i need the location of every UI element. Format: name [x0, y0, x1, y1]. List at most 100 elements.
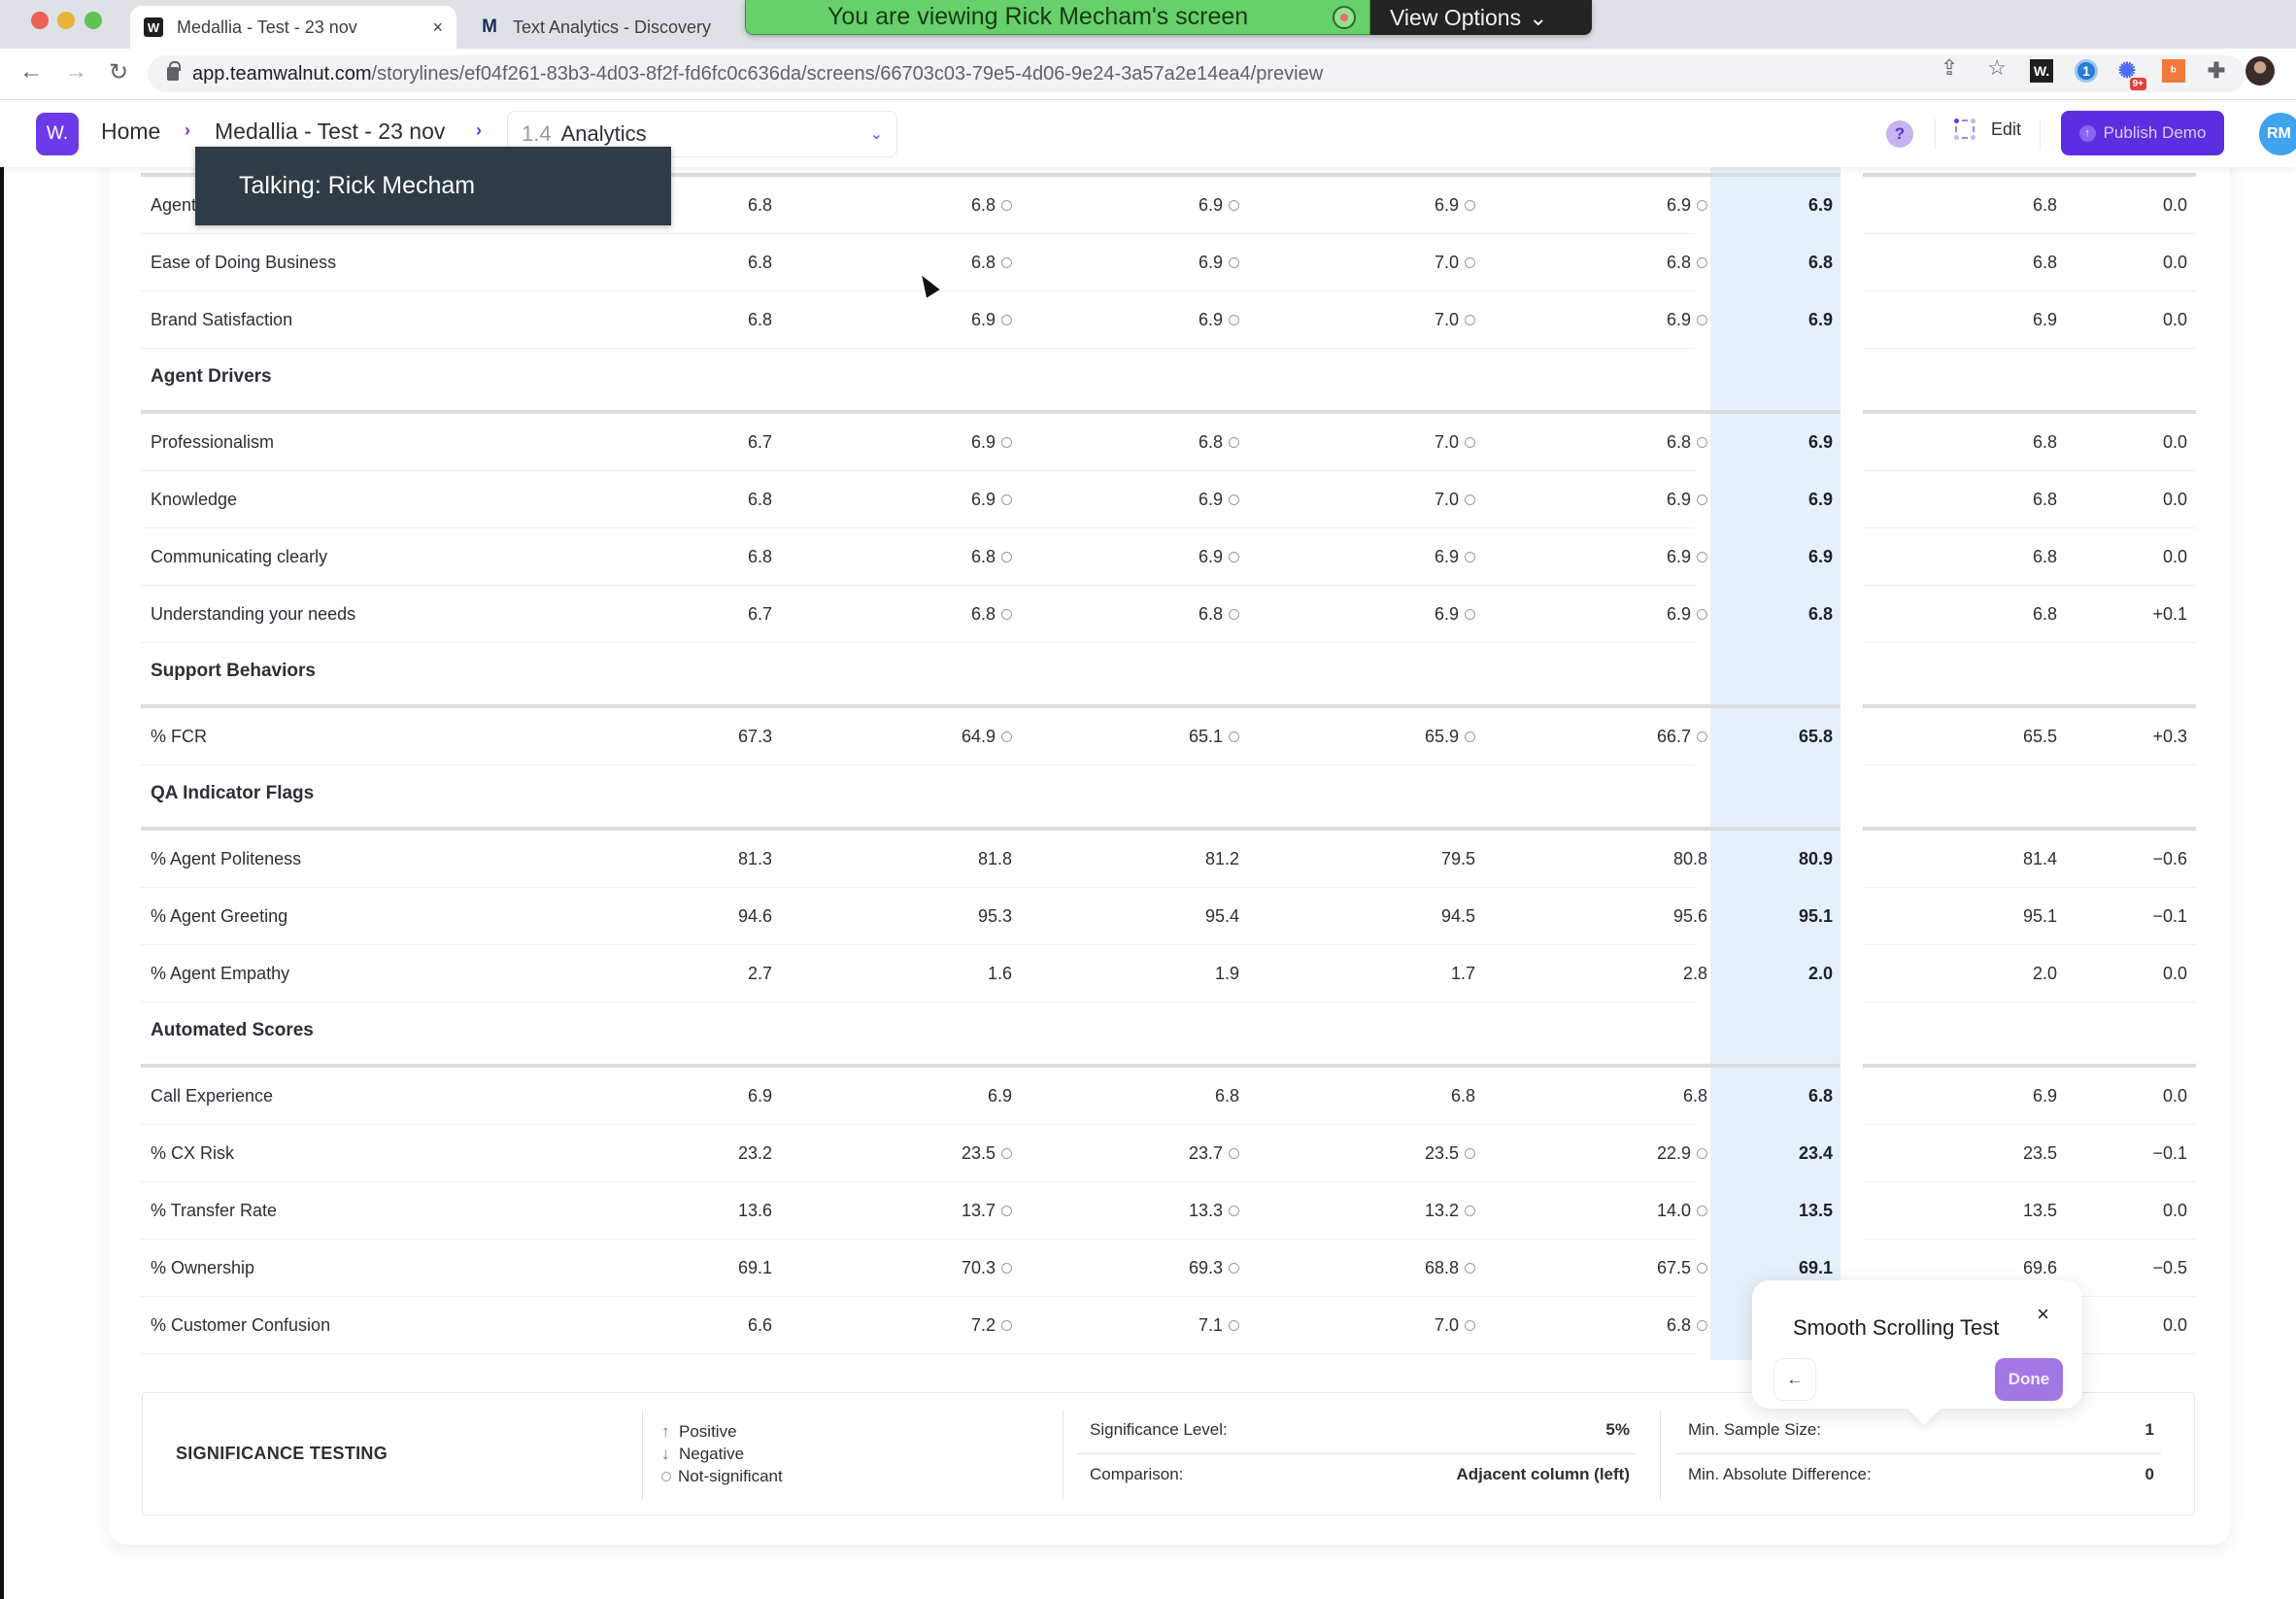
benchmark-cell: 65.5: [2022, 727, 2057, 746]
not-significant-icon: [1465, 1148, 1475, 1159]
value-cell: 95.3: [977, 906, 1012, 926]
not-significant-icon: [1697, 1263, 1707, 1274]
close-icon[interactable]: ×: [2037, 1302, 2049, 1327]
not-significant-icon: [1697, 494, 1707, 505]
walnut-logo[interactable]: W.: [36, 113, 79, 155]
benchmark-cell: 6.8: [2032, 604, 2057, 624]
walnut-extension-icon[interactable]: W.: [2030, 59, 2053, 83]
onepassword-extension-icon[interactable]: 1: [2075, 59, 2098, 83]
value-cell: 79.5: [1440, 849, 1475, 868]
breadcrumb-chevron-icon: ›: [476, 120, 482, 140]
value-cell: 6.7: [747, 432, 772, 452]
value-cell: 23.2: [737, 1143, 772, 1163]
publish-demo-label: Publish Demo: [2103, 123, 2207, 142]
difference-cell: 0.0: [2162, 964, 2187, 983]
value-cell: 1.9: [1214, 964, 1239, 983]
value-cell: 6.9: [1667, 177, 1707, 234]
value-cell: 6.9: [1667, 471, 1707, 528]
window-minimize-button[interactable]: [57, 12, 75, 29]
screen-share-message-area: You are viewing Rick Mecham's screen: [745, 0, 1370, 35]
browser-profile-avatar[interactable]: [2245, 56, 2275, 85]
hubspot-extension-icon[interactable]: ᵇ: [2162, 59, 2185, 83]
breadcrumb-storyline[interactable]: Medallia - Test - 23 nov: [215, 119, 445, 145]
spark-extension-icon[interactable]: ✺ 9+: [2115, 58, 2146, 90]
edit-button[interactable]: Edit: [1954, 119, 2021, 140]
breadcrumb-chevron-icon: ›: [185, 120, 190, 140]
table-row: Communicating clearly 6.8 6.8 6.9 6.9 6.9 6.9 6…: [141, 528, 2196, 586]
difference-cell: −0.1: [2152, 906, 2187, 926]
window-close-button[interactable]: [31, 12, 49, 29]
significance-level: Significance Level: 5%: [1090, 1420, 1630, 1439]
table-row: % FCR 67.3 64.9 65.1 65.9 66.7 65.8 65.5 +0.3: [141, 708, 2196, 765]
header-divider: [2040, 119, 2041, 150]
value-cell: 65.9: [1425, 708, 1475, 765]
omnibox-actions: ⇪ ☆: [1941, 55, 2007, 81]
browser-tab[interactable]: M Text Analytics - Discovery: [470, 6, 742, 49]
row-label: Understanding your needs: [151, 604, 356, 624]
not-significant-icon: [1001, 609, 1012, 620]
difference-cell: 0.0: [2162, 253, 2187, 272]
value-cell: 7.1: [1199, 1297, 1239, 1354]
not-significant-icon: [1697, 1320, 1707, 1331]
help-button[interactable]: ?: [1886, 120, 1913, 148]
not-significant-icon: [1001, 731, 1012, 742]
tab-close-icon[interactable]: ×: [432, 17, 443, 38]
table-row: Understanding your needs 6.7 6.8 6.8 6.9 6.9 6…: [141, 586, 2196, 643]
value-cell: 7.0: [1435, 291, 1475, 349]
browser-toolbar: ← → ↻ app.teamwalnut.com/storylines/ef04…: [0, 49, 2296, 100]
extensions-puzzle-icon[interactable]: ✚: [2205, 58, 2228, 83]
benchmark-cell: 2.0: [2032, 964, 2057, 983]
difference-cell: −0.1: [2152, 1143, 2187, 1163]
row-label: % Transfer Rate: [151, 1201, 278, 1220]
kv-divider: [1077, 1453, 1636, 1454]
value-cell: 6.8: [1682, 1086, 1707, 1106]
total-cell: 23.4: [1798, 1143, 1833, 1163]
value-cell: 7.0: [1435, 471, 1475, 528]
back-arrow-icon[interactable]: ←: [19, 58, 43, 85]
total-cell: 6.9: [1807, 547, 1833, 566]
breadcrumb-home[interactable]: Home: [101, 119, 160, 145]
value-cell: 23.5: [962, 1125, 1012, 1182]
value-cell: 81.3: [737, 849, 772, 868]
not-significant-icon: [1001, 1206, 1012, 1216]
section-header: QA Indicator Flags: [141, 765, 2196, 831]
not-significant-icon: [1697, 1206, 1707, 1216]
value-cell: 6.8: [1450, 1086, 1475, 1106]
difference-cell: 0.0: [2162, 1086, 2187, 1106]
user-avatar[interactable]: RM: [2259, 113, 2296, 155]
difference-cell: −0.6: [2152, 849, 2187, 868]
not-significant-icon: [1001, 1148, 1012, 1159]
value-cell: 6.9: [1667, 528, 1707, 586]
view-options-label: View Options: [1390, 4, 1522, 30]
value-cell: 1.6: [987, 964, 1012, 983]
value-cell: 13.7: [962, 1182, 1012, 1240]
not-significant-icon: [1001, 1263, 1012, 1274]
forward-arrow-icon[interactable]: →: [64, 58, 87, 85]
value-cell: 6.9: [1435, 177, 1475, 234]
tab-title: Medallia - Test - 23 nov: [177, 17, 357, 37]
benchmark-cell: 95.1: [2022, 906, 2057, 926]
window-zoom-button[interactable]: [84, 12, 102, 29]
value-cell: 6.9: [1435, 586, 1475, 643]
not-significant-icon: [1001, 437, 1012, 448]
comparison: Comparison: Adjacent column (left): [1090, 1465, 1630, 1483]
not-significant-icon: [1229, 609, 1239, 620]
guide-done-button[interactable]: Done: [1995, 1358, 2063, 1401]
benchmark-cell: 6.8: [2032, 547, 2057, 566]
not-significant-icon: [1001, 494, 1012, 505]
difference-cell: 0.0: [2162, 1201, 2187, 1220]
total-cell: 13.5: [1798, 1201, 1833, 1220]
reload-icon[interactable]: ↻: [109, 58, 128, 86]
address-bar[interactable]: app.teamwalnut.com/storylines/ef04f261-8…: [148, 55, 2245, 92]
row-label: % Ownership: [151, 1258, 255, 1277]
browser-tab-active[interactable]: W Medallia - Test - 23 nov ×: [130, 6, 456, 49]
view-options-button[interactable]: View Options ⌄: [1370, 0, 1592, 35]
share-icon[interactable]: ⇪: [1941, 55, 1958, 81]
bookmark-star-icon[interactable]: ☆: [1987, 55, 2007, 81]
section-title: Automated Scores: [151, 1020, 314, 1040]
publish-demo-button[interactable]: ↑ Publish Demo: [2061, 111, 2224, 155]
value-cell: 69.1: [737, 1258, 772, 1277]
row-label: Communicating clearly: [151, 547, 328, 566]
row-label: Professionalism: [151, 432, 275, 452]
guide-back-button[interactable]: ←: [1773, 1358, 1816, 1401]
